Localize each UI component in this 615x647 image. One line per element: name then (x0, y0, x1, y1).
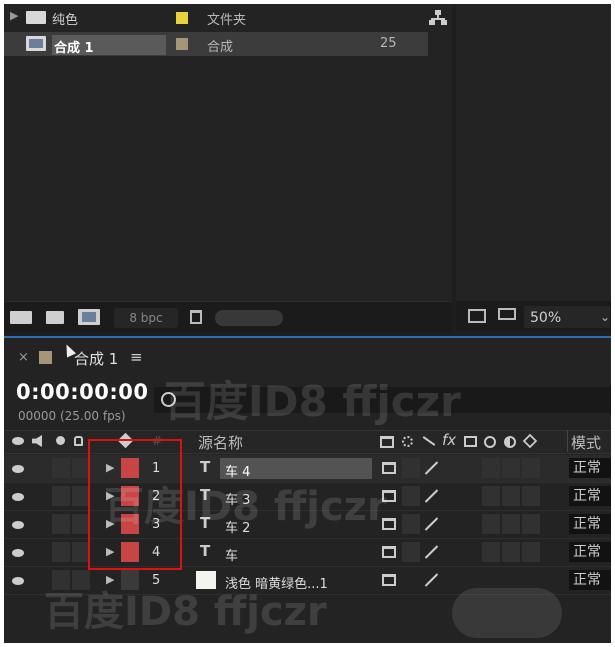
mode-header[interactable]: 模式 (571, 432, 601, 453)
quality-toggle-icon[interactable] (424, 517, 439, 531)
label-swatch[interactable] (176, 12, 188, 24)
expand-arrow-icon[interactable]: ▶ (10, 9, 18, 22)
frame-blend-icon[interactable] (464, 436, 477, 447)
audio-switch-icon[interactable] (32, 435, 42, 447)
project-scrollbar[interactable] (215, 310, 283, 326)
quality-switch-icon[interactable] (422, 436, 436, 446)
project-item-name: 合成 1 (54, 41, 94, 56)
text-layer-icon: T (200, 486, 211, 504)
timeline-scroll-handle[interactable] (452, 588, 562, 638)
visibility-eye-icon[interactable] (12, 577, 24, 585)
timeline-tab-title[interactable]: 合成 1 (74, 348, 118, 369)
layer-search-input[interactable] (154, 387, 611, 413)
project-item-name: 纯色 (52, 13, 79, 28)
blend-mode-select[interactable]: 正常 (569, 570, 611, 590)
folder-icon (26, 11, 46, 24)
quality-toggle-icon[interactable] (424, 489, 439, 503)
text-layer-icon: T (200, 458, 211, 476)
frame-rate-info: 00000 (25.00 fps) (18, 409, 126, 423)
effect-switch-icon[interactable]: fx (442, 431, 456, 449)
label-swatch[interactable] (176, 38, 188, 50)
project-item-folder[interactable]: ▶ 纯色 文件夹 (4, 6, 428, 30)
source-name-header[interactable]: 源名称 (198, 432, 243, 453)
blend-mode-select[interactable]: 正常 (569, 458, 611, 478)
highlight-box (88, 439, 182, 570)
solo-switch-icon[interactable] (56, 436, 65, 445)
solid-layer-icon (196, 571, 216, 589)
text-layer-icon: T (200, 514, 211, 532)
project-toolbar: 8 bpc (4, 301, 452, 332)
visibility-eye-icon[interactable] (12, 521, 24, 529)
visibility-eye-icon[interactable] (12, 549, 24, 557)
layer-name[interactable]: 车 (225, 545, 238, 564)
video-switch-icon[interactable] (12, 437, 24, 445)
layer-name[interactable]: 浅色 暗黄绿色...1 (225, 573, 328, 592)
project-item-composition[interactable]: 合成 1 合成 25 (4, 32, 428, 56)
panel-menu-icon[interactable]: ≡ (130, 348, 143, 366)
current-time-display[interactable]: 0:00:00:00 (16, 380, 148, 404)
layer-name[interactable]: 车 2 (225, 517, 250, 536)
blend-mode-select[interactable]: 正常 (569, 514, 611, 534)
adjustment-layer-icon[interactable] (504, 436, 516, 448)
lock-switch-icon[interactable] (74, 436, 83, 446)
project-panel: ▶ 纯色 文件夹 合成 1 合成 25 (4, 4, 452, 301)
label-color-swatch[interactable] (121, 570, 139, 590)
flowchart-icon[interactable] (429, 10, 447, 26)
project-item-type: 合成 (207, 40, 234, 55)
shy-switch-icon[interactable] (380, 436, 394, 448)
project-item-frame-rate: 25 (380, 36, 397, 51)
zoom-level-select[interactable]: 50% (530, 310, 561, 326)
shy-toggle-icon[interactable] (382, 518, 396, 530)
quality-toggle-icon[interactable] (424, 545, 439, 559)
3d-layer-icon[interactable] (522, 433, 538, 449)
shy-toggle-icon[interactable] (382, 462, 396, 474)
shy-toggle-icon[interactable] (382, 546, 396, 558)
collapse-switch-icon[interactable] (402, 436, 413, 447)
expand-arrow-icon[interactable]: ▶ (106, 573, 114, 586)
composition-icon (26, 36, 46, 51)
motion-blur-icon[interactable] (484, 436, 496, 448)
close-tab-icon[interactable]: × (18, 350, 29, 365)
quality-toggle-icon[interactable] (424, 461, 439, 475)
always-preview-icon[interactable] (468, 309, 486, 323)
chevron-down-icon[interactable]: ⌄ (600, 310, 610, 324)
quality-toggle-icon[interactable] (424, 573, 439, 587)
search-icon[interactable] (161, 392, 176, 407)
layer-name[interactable]: 车 4 (225, 461, 250, 480)
blend-mode-select[interactable]: 正常 (569, 542, 611, 562)
project-item-type: 文件夹 (207, 13, 247, 28)
visibility-eye-icon[interactable] (12, 465, 24, 473)
viewer-toolbar: 50% ⌄ (456, 301, 611, 331)
interpret-footage-icon[interactable] (10, 311, 32, 324)
monitor-icon[interactable] (498, 308, 516, 320)
trash-icon[interactable] (190, 310, 202, 324)
new-folder-icon[interactable] (46, 311, 64, 324)
text-layer-icon: T (200, 542, 211, 560)
layer-number: 5 (152, 573, 161, 588)
blend-mode-select[interactable]: 正常 (569, 486, 611, 506)
composition-label-swatch (39, 351, 52, 364)
ae-window: ▶ 纯色 文件夹 合成 1 合成 25 8 bpc 50% ⌄ × 合成 1 ≡… (4, 4, 611, 643)
layer-name[interactable]: 车 3 (225, 489, 250, 508)
bpc-button[interactable]: 8 bpc (114, 308, 178, 328)
shy-toggle-icon[interactable] (382, 490, 396, 502)
shy-toggle-icon[interactable] (382, 574, 396, 586)
composition-viewer (456, 4, 611, 301)
new-composition-icon[interactable] (78, 309, 100, 325)
visibility-eye-icon[interactable] (12, 493, 24, 501)
